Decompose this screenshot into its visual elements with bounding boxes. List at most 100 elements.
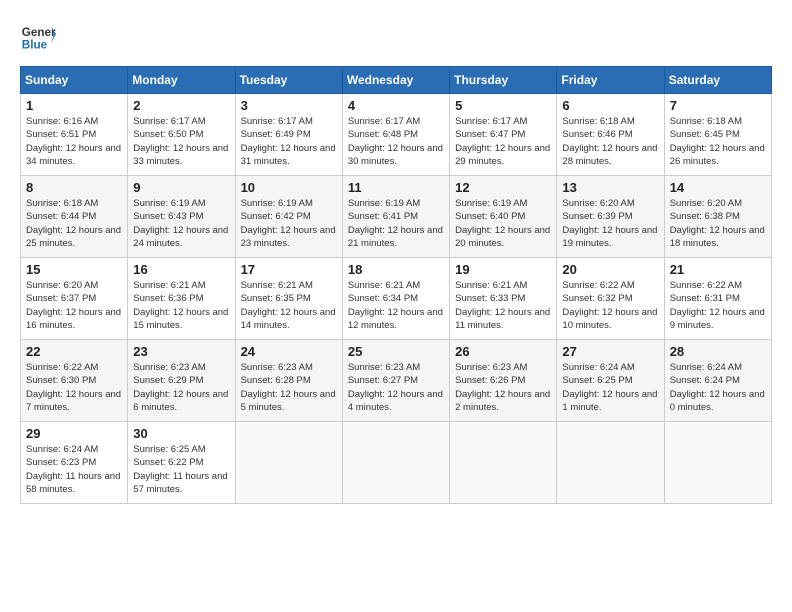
day-detail: Sunrise: 6:21 AMSunset: 6:36 PMDaylight:…: [133, 280, 228, 331]
calendar-cell: 15 Sunrise: 6:20 AMSunset: 6:37 PMDaylig…: [21, 258, 128, 340]
logo: General Blue: [20, 18, 56, 54]
day-number: 8: [26, 180, 122, 195]
calendar-cell: [557, 422, 664, 504]
day-number: 13: [562, 180, 658, 195]
calendar-cell: [235, 422, 342, 504]
day-header-tuesday: Tuesday: [235, 67, 342, 94]
calendar-cell: 30 Sunrise: 6:25 AMSunset: 6:22 PMDaylig…: [128, 422, 235, 504]
calendar-cell: 9 Sunrise: 6:19 AMSunset: 6:43 PMDayligh…: [128, 176, 235, 258]
day-detail: Sunrise: 6:23 AMSunset: 6:26 PMDaylight:…: [455, 362, 550, 413]
day-detail: Sunrise: 6:18 AMSunset: 6:45 PMDaylight:…: [670, 116, 765, 167]
day-detail: Sunrise: 6:17 AMSunset: 6:50 PMDaylight:…: [133, 116, 228, 167]
header: General Blue: [20, 18, 772, 54]
day-detail: Sunrise: 6:24 AMSunset: 6:25 PMDaylight:…: [562, 362, 657, 413]
day-detail: Sunrise: 6:19 AMSunset: 6:42 PMDaylight:…: [241, 198, 336, 249]
calendar-header-row: SundayMondayTuesdayWednesdayThursdayFrid…: [21, 67, 772, 94]
calendar-cell: 1 Sunrise: 6:16 AMSunset: 6:51 PMDayligh…: [21, 94, 128, 176]
day-number: 11: [348, 180, 444, 195]
day-detail: Sunrise: 6:21 AMSunset: 6:35 PMDaylight:…: [241, 280, 336, 331]
day-number: 14: [670, 180, 766, 195]
day-number: 5: [455, 98, 551, 113]
calendar-cell: 14 Sunrise: 6:20 AMSunset: 6:38 PMDaylig…: [664, 176, 771, 258]
day-number: 30: [133, 426, 229, 441]
calendar-cell: 18 Sunrise: 6:21 AMSunset: 6:34 PMDaylig…: [342, 258, 449, 340]
calendar-cell: 8 Sunrise: 6:18 AMSunset: 6:44 PMDayligh…: [21, 176, 128, 258]
calendar-cell: 24 Sunrise: 6:23 AMSunset: 6:28 PMDaylig…: [235, 340, 342, 422]
day-number: 17: [241, 262, 337, 277]
day-number: 21: [670, 262, 766, 277]
calendar-cell: 6 Sunrise: 6:18 AMSunset: 6:46 PMDayligh…: [557, 94, 664, 176]
calendar-week-2: 8 Sunrise: 6:18 AMSunset: 6:44 PMDayligh…: [21, 176, 772, 258]
calendar-cell: 3 Sunrise: 6:17 AMSunset: 6:49 PMDayligh…: [235, 94, 342, 176]
calendar-week-1: 1 Sunrise: 6:16 AMSunset: 6:51 PMDayligh…: [21, 94, 772, 176]
day-detail: Sunrise: 6:24 AMSunset: 6:24 PMDaylight:…: [670, 362, 765, 413]
day-detail: Sunrise: 6:24 AMSunset: 6:23 PMDaylight:…: [26, 444, 120, 495]
svg-text:Blue: Blue: [22, 39, 48, 52]
calendar-cell: 20 Sunrise: 6:22 AMSunset: 6:32 PMDaylig…: [557, 258, 664, 340]
day-detail: Sunrise: 6:19 AMSunset: 6:43 PMDaylight:…: [133, 198, 228, 249]
calendar-cell: 27 Sunrise: 6:24 AMSunset: 6:25 PMDaylig…: [557, 340, 664, 422]
calendar-table: SundayMondayTuesdayWednesdayThursdayFrid…: [20, 66, 772, 504]
day-detail: Sunrise: 6:16 AMSunset: 6:51 PMDaylight:…: [26, 116, 121, 167]
calendar-cell: 22 Sunrise: 6:22 AMSunset: 6:30 PMDaylig…: [21, 340, 128, 422]
day-detail: Sunrise: 6:23 AMSunset: 6:28 PMDaylight:…: [241, 362, 336, 413]
day-header-saturday: Saturday: [664, 67, 771, 94]
calendar-cell: [342, 422, 449, 504]
day-number: 6: [562, 98, 658, 113]
day-number: 7: [670, 98, 766, 113]
calendar-cell: 11 Sunrise: 6:19 AMSunset: 6:41 PMDaylig…: [342, 176, 449, 258]
svg-text:General: General: [22, 26, 56, 39]
calendar-cell: 13 Sunrise: 6:20 AMSunset: 6:39 PMDaylig…: [557, 176, 664, 258]
calendar-cell: [450, 422, 557, 504]
day-detail: Sunrise: 6:18 AMSunset: 6:46 PMDaylight:…: [562, 116, 657, 167]
day-number: 22: [26, 344, 122, 359]
day-detail: Sunrise: 6:22 AMSunset: 6:32 PMDaylight:…: [562, 280, 657, 331]
day-detail: Sunrise: 6:17 AMSunset: 6:49 PMDaylight:…: [241, 116, 336, 167]
day-number: 20: [562, 262, 658, 277]
calendar-cell: 10 Sunrise: 6:19 AMSunset: 6:42 PMDaylig…: [235, 176, 342, 258]
day-number: 18: [348, 262, 444, 277]
day-detail: Sunrise: 6:23 AMSunset: 6:27 PMDaylight:…: [348, 362, 443, 413]
page-container: General Blue SundayMondayTuesdayWednesda…: [0, 0, 792, 514]
day-detail: Sunrise: 6:20 AMSunset: 6:37 PMDaylight:…: [26, 280, 121, 331]
day-header-wednesday: Wednesday: [342, 67, 449, 94]
calendar-cell: 28 Sunrise: 6:24 AMSunset: 6:24 PMDaylig…: [664, 340, 771, 422]
calendar-cell: 21 Sunrise: 6:22 AMSunset: 6:31 PMDaylig…: [664, 258, 771, 340]
day-number: 23: [133, 344, 229, 359]
day-detail: Sunrise: 6:23 AMSunset: 6:29 PMDaylight:…: [133, 362, 228, 413]
calendar-cell: 12 Sunrise: 6:19 AMSunset: 6:40 PMDaylig…: [450, 176, 557, 258]
day-detail: Sunrise: 6:20 AMSunset: 6:38 PMDaylight:…: [670, 198, 765, 249]
calendar-cell: 16 Sunrise: 6:21 AMSunset: 6:36 PMDaylig…: [128, 258, 235, 340]
calendar-cell: 7 Sunrise: 6:18 AMSunset: 6:45 PMDayligh…: [664, 94, 771, 176]
calendar-cell: 17 Sunrise: 6:21 AMSunset: 6:35 PMDaylig…: [235, 258, 342, 340]
day-header-monday: Monday: [128, 67, 235, 94]
day-number: 16: [133, 262, 229, 277]
calendar-cell: [664, 422, 771, 504]
day-detail: Sunrise: 6:17 AMSunset: 6:48 PMDaylight:…: [348, 116, 443, 167]
calendar-cell: 4 Sunrise: 6:17 AMSunset: 6:48 PMDayligh…: [342, 94, 449, 176]
day-number: 26: [455, 344, 551, 359]
day-header-thursday: Thursday: [450, 67, 557, 94]
calendar-cell: 5 Sunrise: 6:17 AMSunset: 6:47 PMDayligh…: [450, 94, 557, 176]
day-number: 1: [26, 98, 122, 113]
day-number: 29: [26, 426, 122, 441]
day-number: 27: [562, 344, 658, 359]
day-detail: Sunrise: 6:20 AMSunset: 6:39 PMDaylight:…: [562, 198, 657, 249]
day-detail: Sunrise: 6:17 AMSunset: 6:47 PMDaylight:…: [455, 116, 550, 167]
day-detail: Sunrise: 6:22 AMSunset: 6:31 PMDaylight:…: [670, 280, 765, 331]
day-detail: Sunrise: 6:21 AMSunset: 6:33 PMDaylight:…: [455, 280, 550, 331]
calendar-week-3: 15 Sunrise: 6:20 AMSunset: 6:37 PMDaylig…: [21, 258, 772, 340]
day-number: 19: [455, 262, 551, 277]
day-number: 3: [241, 98, 337, 113]
day-detail: Sunrise: 6:21 AMSunset: 6:34 PMDaylight:…: [348, 280, 443, 331]
day-detail: Sunrise: 6:19 AMSunset: 6:41 PMDaylight:…: [348, 198, 443, 249]
day-number: 15: [26, 262, 122, 277]
calendar-cell: 23 Sunrise: 6:23 AMSunset: 6:29 PMDaylig…: [128, 340, 235, 422]
logo-icon: General Blue: [20, 18, 56, 54]
calendar-cell: 26 Sunrise: 6:23 AMSunset: 6:26 PMDaylig…: [450, 340, 557, 422]
day-detail: Sunrise: 6:25 AMSunset: 6:22 PMDaylight:…: [133, 444, 227, 495]
day-detail: Sunrise: 6:22 AMSunset: 6:30 PMDaylight:…: [26, 362, 121, 413]
day-header-sunday: Sunday: [21, 67, 128, 94]
calendar-cell: 2 Sunrise: 6:17 AMSunset: 6:50 PMDayligh…: [128, 94, 235, 176]
day-number: 4: [348, 98, 444, 113]
